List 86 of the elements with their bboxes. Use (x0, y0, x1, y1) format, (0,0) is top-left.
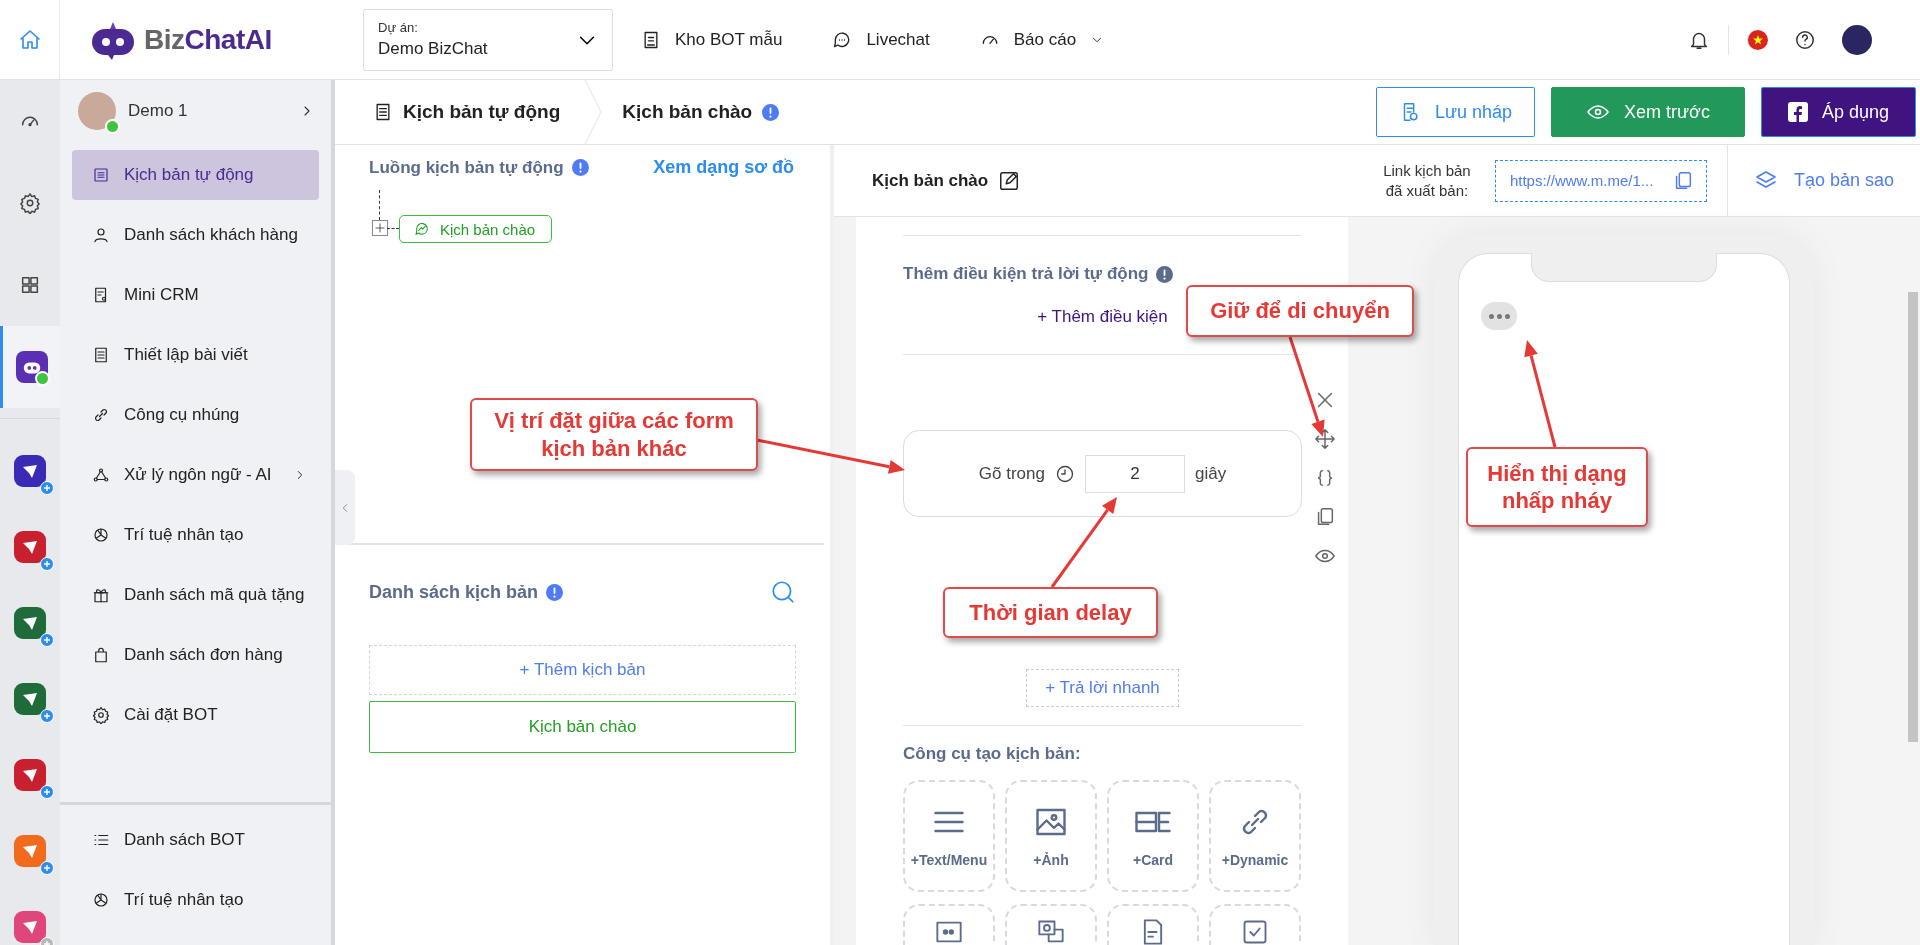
info-icon (546, 583, 564, 601)
nav-link[interactable]: Livechat (832, 29, 930, 50)
duplicate-button[interactable]: Tạo bản sao (1726, 144, 1920, 217)
facebook-icon (1787, 102, 1808, 122)
app-icon[interactable] (14, 531, 46, 563)
info-icon (1156, 265, 1174, 283)
link-label: Link kịch bản đã xuất bản: (1382, 161, 1472, 200)
bag-icon (92, 646, 110, 664)
swirl-icon (92, 891, 110, 909)
app-icon[interactable] (14, 683, 46, 715)
clock-icon (1055, 463, 1075, 484)
link-icon (92, 406, 110, 424)
callout: Giữ để di chuyển (1186, 285, 1414, 337)
tool-tile[interactable]: +Text/Menu (903, 780, 995, 892)
messenger-icon (414, 221, 430, 237)
settings-icon (19, 192, 41, 214)
plus-icon (374, 222, 386, 234)
callout: Hiển thị dạng nhấp nháy (1466, 447, 1648, 527)
network-icon (92, 466, 110, 484)
callout: Thời gian delay (943, 587, 1158, 638)
section-title: Công cụ tạo kịch bản: (903, 725, 1302, 764)
sidebar-item[interactable]: Danh sách khách hàng (72, 210, 319, 260)
script-item[interactable]: Kịch bản chào (369, 701, 796, 753)
checkbox-icon (1241, 918, 1269, 945)
document-icon (92, 346, 110, 364)
apply-button[interactable]: Áp dụng (1760, 87, 1916, 137)
collapse-handle[interactable] (335, 470, 355, 545)
expand-icon[interactable] (372, 220, 388, 236)
delay-label: Gõ trong (978, 463, 1045, 484)
grid-icon (19, 274, 41, 296)
app-icon[interactable] (14, 759, 46, 791)
person-icon (92, 226, 110, 244)
search-icon (770, 579, 796, 605)
link-field[interactable]: https://www.m.me/1... (1494, 159, 1707, 202)
sidebar-item[interactable]: Trí tuệ nhân tạo (72, 875, 319, 925)
callout: Vị trí đặt giữa các form kịch bản khác (470, 398, 758, 471)
scrollbar[interactable] (1908, 292, 1918, 742)
panel-title: Danh sách kịch bản (369, 581, 539, 603)
delay-unit: giây (1195, 463, 1227, 484)
flag-icon[interactable] (1747, 29, 1768, 50)
sidebar-item[interactable]: Danh sách đơn hàng (72, 630, 319, 680)
nav-link[interactable]: Kho BOT mẫu (641, 29, 783, 50)
app-icon[interactable] (14, 607, 46, 639)
nav-link[interactable]: Báo cáo (979, 29, 1105, 50)
gear-icon (92, 706, 110, 724)
save-draft-button[interactable]: Lưu nháp (1375, 87, 1536, 137)
swirl-icon (92, 526, 110, 544)
sidebar-item[interactable]: Trí tuệ nhân tạo (72, 510, 319, 560)
sidebar-item[interactable]: Công cụ nhúng (72, 390, 319, 440)
app-icon[interactable] (14, 911, 46, 943)
chat-icon (1037, 918, 1065, 945)
info-icon (571, 159, 589, 176)
add-script-button[interactable]: + Thêm kịch bản (369, 645, 796, 695)
brand-name: BizChatAI (144, 23, 272, 56)
panel-title: Luồng kịch bản tự động (369, 157, 564, 178)
tool-tile[interactable]: +Ảnh (1005, 780, 1097, 892)
preview-button[interactable]: Xem trước (1551, 87, 1745, 137)
sidebar-item[interactable]: Xử lý ngôn ngữ - AI (72, 450, 319, 500)
tool-tile[interactable]: +Card (1107, 780, 1199, 892)
script-title: Kịch bản chào (872, 170, 989, 191)
sidebar-item[interactable]: Danh sách BOT (72, 815, 319, 865)
add-condition-button[interactable]: + Thêm điều kiện (1031, 306, 1174, 328)
sidebar-item[interactable]: Cài đặt BOT (72, 690, 319, 740)
robot-icon (15, 351, 48, 383)
list-icon (92, 166, 110, 184)
move-icon (1314, 428, 1336, 450)
sidebar-item[interactable]: Danh sách mã quà tặng (72, 570, 319, 620)
section-title: Thêm điều kiện trả lời tự động (903, 264, 1149, 284)
breadcrumb-item: Kịch bản chào (622, 101, 753, 123)
app-icon[interactable] (14, 455, 46, 487)
sidebar-item[interactable]: Mini CRM (72, 270, 319, 320)
home-icon (17, 27, 42, 52)
flow-node[interactable]: Kịch bản chào (399, 215, 553, 243)
edit-icon (998, 169, 1021, 192)
breadcrumb-item[interactable]: Kịch bản tự động (335, 101, 561, 123)
profile-name[interactable]: Demo 1 (128, 101, 287, 121)
info-icon (762, 103, 780, 121)
help-icon (1794, 28, 1816, 51)
delay-input[interactable]: 2 (1085, 454, 1185, 493)
sidebar-item[interactable]: Kịch bản tự động (72, 150, 319, 200)
tool-tile[interactable]: +Dynamic (1209, 780, 1301, 892)
sidebar-item[interactable]: Thiết lập bài viết (72, 330, 319, 380)
project-select[interactable]: Dự án: Demo BizChat (363, 8, 613, 71)
gift-icon (92, 586, 110, 604)
quick-reply-button[interactable]: + Trả lời nhanh (1026, 669, 1179, 707)
avatar-icon[interactable] (1842, 24, 1872, 55)
